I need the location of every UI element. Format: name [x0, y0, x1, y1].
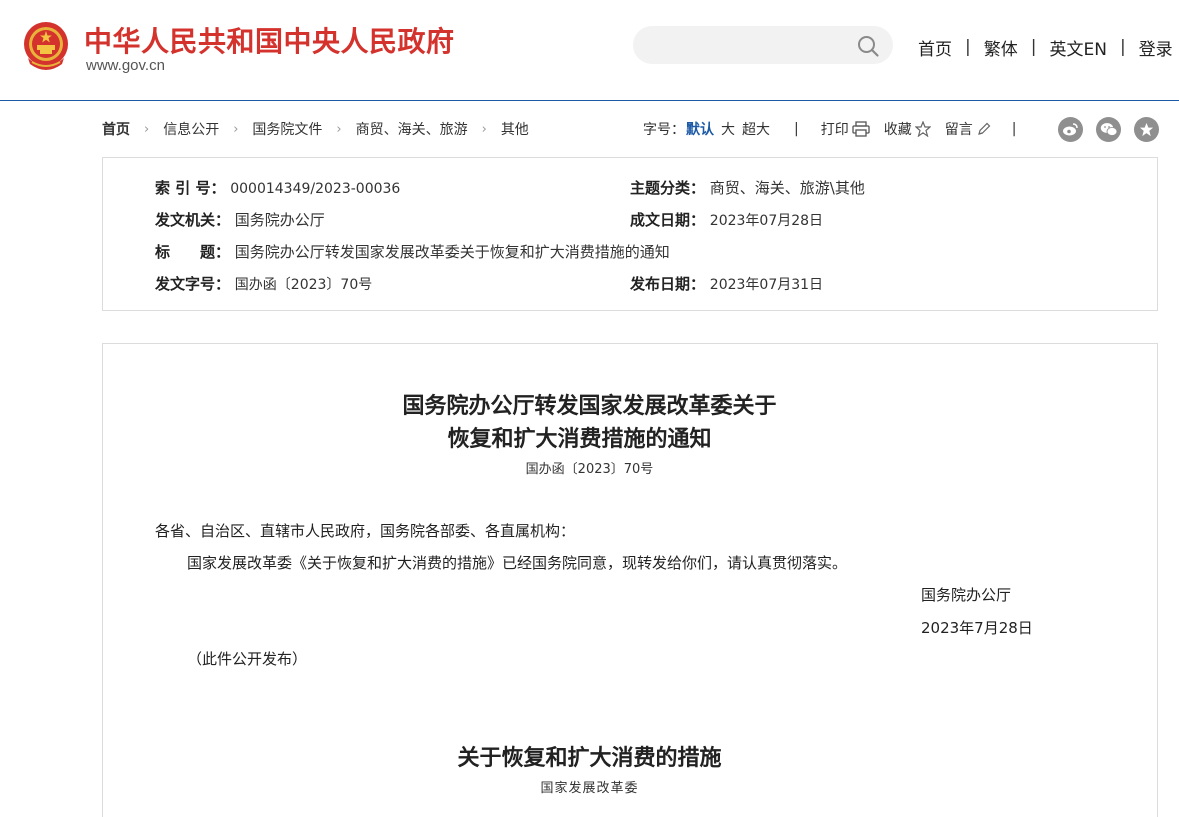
nav-login[interactable]: 登录: [1139, 35, 1173, 60]
info-issuer-value: 国务院办公厅: [234, 211, 325, 229]
breadcrumb-commerce[interactable]: 商贸、海关、旅游: [356, 119, 468, 139]
site-header: 中华人民共和国中央人民政府 www.gov.cn 首页 | 繁体 | 英文EN …: [0, 0, 1179, 101]
print-label: 打印: [820, 122, 849, 138]
attachment-issuer: 国家发展改革委: [540, 781, 639, 796]
info-issuer: 发文机关： 国务院办公厅: [155, 209, 325, 230]
print-button[interactable]: 打印: [821, 119, 870, 139]
font-size-default[interactable]: 默认: [686, 119, 714, 139]
breadcrumb-arrow-icon: ›: [481, 121, 487, 137]
site-name[interactable]: 中华人民共和国中央人民政府: [84, 20, 455, 60]
font-size-large[interactable]: 大: [721, 119, 735, 139]
top-nav: 首页 | 繁体 | 英文EN | 登录: [918, 34, 1173, 60]
breadcrumb: 首页 › 信息公开 › 国务院文件 › 商贸、海关、旅游 › 其他: [102, 119, 529, 139]
pencil-icon: [977, 122, 991, 135]
info-topic: 主题分类： 商贸、海关、旅游\其他: [630, 177, 865, 198]
nav-traditional[interactable]: 繁体: [984, 35, 1018, 60]
favorite-button[interactable]: 收藏: [884, 119, 931, 139]
search-box: [633, 26, 893, 64]
weibo-icon[interactable]: [1058, 117, 1083, 142]
comment-button[interactable]: 留言: [945, 119, 992, 139]
font-size-label: 字号：: [643, 122, 685, 138]
breadcrumb-state-council-docs[interactable]: 国务院文件: [252, 119, 322, 139]
document-body: 国家发展改革委《关于恢复和扩大消费的措施》已经国务院同意，现转发给你们，请认真贯…: [187, 554, 848, 572]
document-title-line-1: 国务院办公厅转发国家发展改革委关于: [402, 393, 777, 419]
search-icon[interactable]: [856, 34, 880, 58]
nav-separator: |: [965, 37, 971, 57]
info-created-label: 成文日期：: [630, 211, 706, 229]
document-number: 国办函〔2023〕70号: [525, 462, 654, 477]
wechat-icon[interactable]: [1096, 117, 1121, 142]
breadcrumb-other[interactable]: 其他: [501, 119, 529, 139]
breadcrumb-arrow-icon: ›: [144, 121, 150, 137]
site-url[interactable]: www.gov.cn: [86, 57, 165, 74]
info-created-value: 2023年07月28日: [709, 213, 824, 229]
font-size-xlarge[interactable]: 超大: [742, 119, 770, 139]
info-index-label: 索 引 号：: [155, 179, 226, 197]
national-emblem-icon[interactable]: [22, 20, 70, 72]
page-tools: 字号： 默认 大 超大 | 打印 收藏 留言 |: [643, 119, 1016, 139]
printer-icon: [852, 121, 870, 137]
favorite-label: 收藏: [883, 122, 912, 138]
search-input[interactable]: [651, 32, 851, 58]
nav-english[interactable]: 英文EN: [1049, 35, 1106, 60]
info-issuer-label: 发文机关：: [155, 211, 231, 229]
breadcrumb-info-public[interactable]: 信息公开: [163, 119, 219, 139]
nav-separator: |: [1030, 37, 1037, 57]
signature-date: 2023年7月28日: [921, 619, 1033, 637]
info-published-value: 2023年07月31日: [709, 277, 824, 293]
favorite-star-icon[interactable]: [1134, 117, 1159, 142]
breadcrumb-arrow-icon: ›: [336, 121, 342, 137]
info-topic-value: 商贸、海关、旅游\其他: [709, 179, 865, 197]
document-title-line-2: 恢复和扩大消费措施的通知: [447, 426, 712, 452]
star-outline-icon: [914, 121, 931, 137]
comment-label: 留言: [944, 122, 973, 138]
info-title-value: 国务院办公厅转发国家发展改革委关于恢复和扩大消费措施的通知: [234, 243, 670, 261]
breadcrumb-arrow-icon: ›: [233, 121, 239, 137]
tools-separator: |: [794, 121, 799, 137]
info-index-value: 000014349/2023-00036: [230, 181, 401, 197]
document-salutation: 各省、自治区、直辖市人民政府，国务院各部委、各直属机构：: [155, 522, 576, 540]
public-release-note: （此件公开发布）: [187, 650, 308, 668]
breadcrumb-home[interactable]: 首页: [102, 119, 130, 139]
tools-separator: |: [1011, 121, 1017, 137]
info-docno: 发文字号： 国办函〔2023〕70号: [155, 273, 372, 294]
info-published-label: 发布日期：: [630, 275, 706, 293]
info-topic-label: 主题分类：: [630, 179, 706, 197]
info-published: 发布日期： 2023年07月31日: [630, 273, 823, 294]
info-created: 成文日期： 2023年07月28日: [630, 209, 823, 230]
attachment-title: 关于恢复和扩大消费的措施: [457, 745, 722, 771]
info-docno-label: 发文字号：: [155, 275, 231, 293]
info-docno-value: 国办函〔2023〕70号: [234, 277, 373, 293]
info-index: 索 引 号： 000014349/2023-00036: [155, 177, 400, 198]
nav-separator: |: [1119, 37, 1126, 57]
info-title: 标 题： 国务院办公厅转发国家发展改革委关于恢复和扩大消费措施的通知: [155, 241, 670, 262]
nav-home[interactable]: 首页: [918, 35, 952, 60]
info-title-label: 标 题：: [155, 243, 231, 261]
signature-org: 国务院办公厅: [921, 586, 1012, 604]
